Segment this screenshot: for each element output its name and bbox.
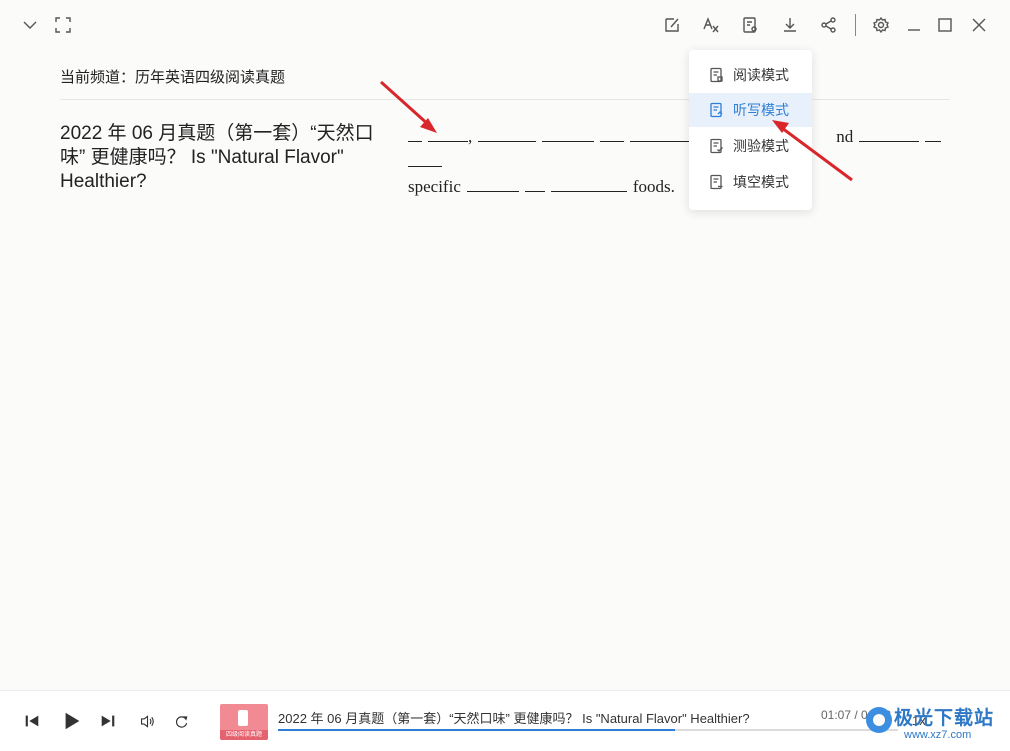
repeat-icon[interactable] — [171, 711, 191, 731]
mode-icon[interactable] — [739, 14, 761, 36]
menu-item-dictation-mode[interactable]: 听写模式 — [689, 93, 812, 127]
cover-caption: 四级阅读真题 — [220, 730, 268, 740]
play-icon[interactable] — [60, 709, 84, 733]
blank[interactable] — [600, 125, 625, 142]
watermark: 极光下载站 www.xz7.com — [862, 697, 1010, 747]
chevron-down-icon[interactable] — [19, 14, 41, 36]
settings-icon[interactable] — [870, 14, 892, 36]
blank[interactable] — [542, 125, 595, 142]
previous-track-icon[interactable] — [22, 711, 42, 731]
blank[interactable] — [478, 125, 537, 142]
translate-icon[interactable] — [700, 14, 722, 36]
download-icon[interactable] — [779, 14, 801, 36]
menu-item-quiz-mode[interactable]: 测验模式 — [689, 129, 812, 163]
blank[interactable] — [859, 125, 920, 142]
blank[interactable] — [925, 125, 942, 142]
quiz-mode-icon — [709, 138, 725, 154]
progress-bar[interactable] — [278, 729, 898, 731]
menu-item-label: 阅读模式 — [733, 67, 789, 83]
blank[interactable] — [408, 125, 422, 142]
watermark-url: www.xz7.com — [904, 729, 972, 741]
blank[interactable] — [408, 150, 442, 167]
blank[interactable] — [550, 175, 627, 192]
watermark-title: 极光下载站 — [894, 708, 995, 729]
minimize-icon[interactable] — [903, 14, 925, 36]
audio-player: 四级阅读真题 2022 年 06 月真题（第一套）“天然口味” 更健康吗？ Is… — [0, 690, 1010, 751]
mode-menu: 阅读模式 听写模式 测验模式 填空模式 — [689, 50, 812, 210]
close-icon[interactable] — [968, 14, 990, 36]
progress-fill — [278, 729, 675, 731]
volume-icon[interactable] — [137, 711, 157, 731]
dictation-text: , — [468, 127, 473, 146]
dictation-text: foods. — [632, 177, 675, 196]
menu-item-label: 填空模式 — [733, 174, 789, 190]
current-channel: 当前频道：历年英语四级阅读真题 — [60, 69, 286, 86]
edit-icon[interactable] — [661, 14, 683, 36]
blank[interactable] — [630, 125, 691, 142]
track-title: 2022 年 06 月真题（第一套）“天然口味” 更健康吗？ Is "Natur… — [278, 711, 750, 726]
divider — [60, 99, 950, 100]
top-toolbar — [0, 0, 1010, 50]
watermark-logo-icon — [866, 707, 892, 733]
next-track-icon[interactable] — [98, 711, 118, 731]
menu-item-label: 测验模式 — [733, 138, 789, 154]
toolbar-divider — [855, 14, 856, 36]
maximize-icon[interactable] — [934, 14, 956, 36]
menu-item-label: 听写模式 — [733, 102, 789, 118]
blank[interactable] — [428, 125, 468, 142]
dictation-text: nd — [836, 127, 854, 146]
cover-figure — [238, 710, 248, 726]
fullscreen-icon[interactable] — [52, 14, 74, 36]
blank[interactable] — [524, 175, 545, 192]
blank[interactable] — [466, 175, 519, 192]
dictation-mode-icon — [709, 102, 725, 118]
share-icon[interactable] — [818, 14, 840, 36]
menu-item-cloze-mode[interactable]: 填空模式 — [689, 165, 812, 199]
cloze-mode-icon — [709, 174, 725, 190]
track-cover[interactable]: 四级阅读真题 — [220, 704, 268, 740]
annotation-arrows — [379, 80, 853, 182]
menu-item-reading-mode[interactable]: 阅读模式 — [689, 58, 812, 92]
reading-mode-icon — [709, 67, 725, 83]
dictation-text: specific — [408, 177, 461, 196]
article-title: 2022 年 06 月真题（第一套）“天然口味” 更健康吗？ Is "Natur… — [60, 123, 374, 192]
